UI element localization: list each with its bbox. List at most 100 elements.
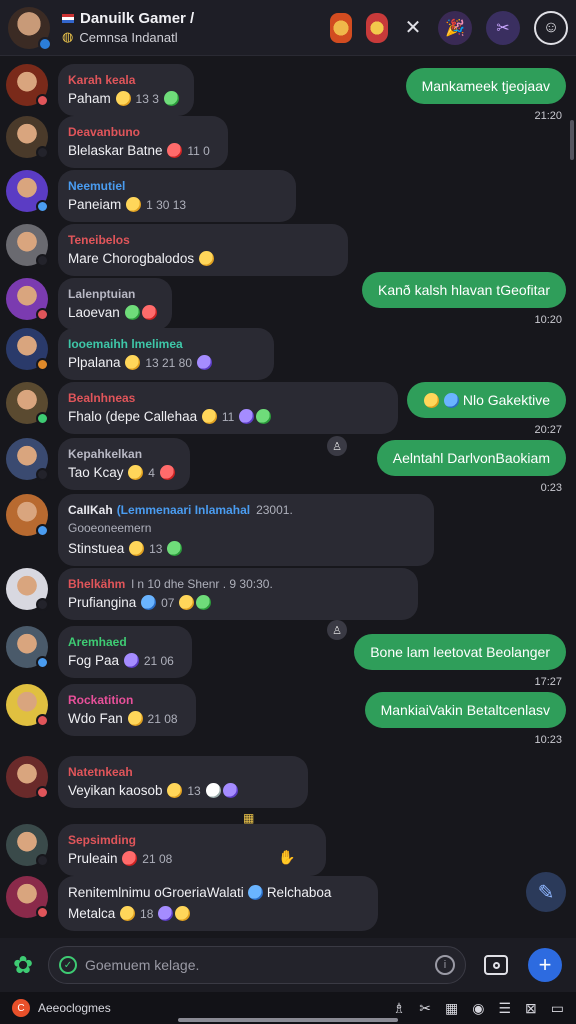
user-avatar[interactable] <box>6 626 49 669</box>
message-list[interactable]: Karah keala Paham 13 3 Deavanbuno Blelaskar… <box>0 56 576 938</box>
header-text[interactable]: Danuilk Gamer / ◍ Cemnsa Indanatl <box>62 10 330 45</box>
outgoing-bubble[interactable]: Mankameek tjeojaav <box>405 68 566 104</box>
message-bubble[interactable]: Renitemlnimu oGroeriaWalati Relchaboa Meta… <box>58 876 378 931</box>
sender-name[interactable]: CaIIKah (Lemmenaari Inlamahal 23001. <box>68 503 420 517</box>
sender-name[interactable]: Lalenptuian <box>68 287 158 301</box>
incoming-message[interactable]: Rockatition Wdo Fan 21 08 <box>6 684 196 736</box>
message-bubble[interactable]: CaIIKah (Lemmenaari Inlamahal 23001. Gooeon… <box>58 494 434 566</box>
message-bubble[interactable]: Natetnkeah Veyikan kaosob 13 <box>58 756 308 808</box>
message-bubble[interactable]: Iooemaihh lmelimea Plpalana 13 21 80 <box>58 328 274 380</box>
people-icon[interactable]: ♗ <box>393 1000 406 1017</box>
sender-name[interactable]: Teneibelos <box>68 233 334 247</box>
party-icon[interactable]: 🎉 <box>438 10 472 45</box>
incoming-message[interactable]: Teneibelos Mare Chorogbalodos <box>6 224 348 276</box>
outgoing-bubble[interactable]: Kanð kalsh hlavan tGeofitar <box>362 272 566 308</box>
circle-icon[interactable]: ◉ <box>472 1000 484 1017</box>
bomb-icon[interactable] <box>366 12 388 43</box>
fire-icon[interactable] <box>330 12 352 43</box>
bottom-label[interactable]: Aeeoclogmes <box>38 1001 111 1015</box>
outgoing-message[interactable]: Nlo Gakektive 20:27 <box>406 382 566 436</box>
user-avatar[interactable] <box>6 494 49 537</box>
outgoing-message[interactable]: Aelntahl DarlvonBaokiam 0:23 <box>376 440 566 494</box>
user-avatar[interactable] <box>6 876 49 919</box>
sender-name[interactable]: Bealnhneas <box>68 391 384 405</box>
user-avatar[interactable] <box>6 438 49 481</box>
sender-name[interactable]: Rockatition <box>68 693 182 707</box>
incoming-message[interactable]: Neemutiel Paneiam 1 30 13 <box>6 170 296 222</box>
incoming-message[interactable]: Karah keala Paham 13 3 <box>6 64 194 116</box>
outgoing-bubble[interactable]: Nlo Gakektive <box>406 382 566 418</box>
add-button[interactable]: + <box>528 948 562 982</box>
user-avatar[interactable] <box>6 756 49 799</box>
incoming-message[interactable]: Bhelkähm l n 10 dhe Shenr . 9 30:30. Prufi… <box>6 568 418 620</box>
sender-name[interactable]: Natetnkeah <box>68 765 294 779</box>
user-avatar[interactable] <box>6 278 49 321</box>
sender-label: Rockatition <box>68 693 134 707</box>
game-icon[interactable]: ✂ <box>486 10 520 45</box>
tools-icon[interactable]: ✂ <box>419 1000 431 1017</box>
reaction-icon[interactable]: ♙ <box>327 436 347 456</box>
scrollbar[interactable] <box>570 120 574 160</box>
flower-icon[interactable]: ✿ <box>8 950 38 980</box>
user-avatar[interactable] <box>6 568 49 611</box>
grid-icon[interactable]: ▦ <box>445 1000 458 1017</box>
outgoing-message[interactable]: MankiaiVakin Betaltcenlasv 10:23 <box>364 692 566 746</box>
incoming-message[interactable]: Lalenptuian Laoevan <box>6 278 172 330</box>
user-avatar[interactable] <box>6 170 49 213</box>
message-field[interactable]: ✓ i <box>48 946 466 984</box>
sender-name[interactable]: Iooemaihh lmelimea <box>68 337 260 351</box>
message-bubble[interactable]: Bhelkähm l n 10 dhe Shenr . 9 30:30. Prufi… <box>58 568 418 620</box>
menu-icon[interactable]: ☰ <box>498 1000 511 1017</box>
outgoing-message[interactable]: Kanð kalsh hlavan tGeofitar 10:20 <box>362 272 566 326</box>
reaction-icon[interactable]: ♙ <box>327 620 347 640</box>
info-icon[interactable]: i <box>435 955 455 975</box>
sender-name[interactable]: Deavanbuno <box>68 125 214 139</box>
incoming-message[interactable]: Deavanbuno Blelaskar Batne 11 0 <box>6 116 228 168</box>
incoming-message[interactable]: Kepahkelkan Tao Kcay 4 <box>6 438 190 490</box>
message-bubble[interactable]: Deavanbuno Blelaskar Batne 11 0 <box>58 116 228 168</box>
user-avatar[interactable] <box>6 382 49 425</box>
outgoing-bubble[interactable]: MankiaiVakin Betaltcenlasv <box>364 692 566 728</box>
user-avatar[interactable] <box>6 824 49 867</box>
message-bubble[interactable]: Rockatition Wdo Fan 21 08 <box>58 684 196 736</box>
window-icon[interactable]: ▭ <box>551 1000 564 1017</box>
message-bubble[interactable]: Teneibelos Mare Chorogbalodos <box>58 224 348 276</box>
sender-name[interactable]: Neemutiel <box>68 179 282 193</box>
box-icon[interactable]: ⊠ <box>525 1000 537 1017</box>
incoming-message[interactable]: Iooemaihh lmelimea Plpalana 13 21 80 <box>6 328 274 380</box>
user-avatar[interactable] <box>6 684 49 727</box>
close-icon[interactable]: ✕ <box>402 13 424 43</box>
group-avatar[interactable] <box>8 6 52 51</box>
incoming-message[interactable]: Natetnkeah Veyikan kaosob 13 <box>6 756 308 808</box>
sender-name[interactable]: Kepahkelkan <box>68 447 176 461</box>
message-bubble[interactable]: Bealnhneas Fhalo (depe Callehaa 11 <box>58 382 398 434</box>
outgoing-bubble[interactable]: Aelntahl DarlvonBaokiam <box>376 440 566 476</box>
camera-icon[interactable]: ☺ <box>534 10 568 45</box>
message-bubble[interactable]: Kepahkelkan Tao Kcay 4 <box>58 438 190 490</box>
user-avatar[interactable] <box>6 328 49 371</box>
draw-button[interactable]: ✎ <box>526 872 566 912</box>
sender-name[interactable]: Aremhaed <box>68 635 178 649</box>
sender-name[interactable]: Bhelkähm l n 10 dhe Shenr . 9 30:30. <box>68 577 404 591</box>
home-indicator[interactable] <box>178 1018 398 1022</box>
user-avatar[interactable] <box>6 224 49 267</box>
message-bubble[interactable]: Lalenptuian Laoevan <box>58 278 172 330</box>
message-bubble[interactable]: Karah keala Paham 13 3 <box>58 64 194 116</box>
sender-name[interactable]: Sepsimding <box>68 833 312 847</box>
message-bubble[interactable]: Aremhaed Fog Paa 21 06 <box>58 626 192 678</box>
user-avatar[interactable] <box>6 116 49 159</box>
outgoing-message[interactable]: Mankameek tjeojaav 21:20 <box>405 68 566 122</box>
incoming-message[interactable]: CaIIKah (Lemmenaari Inlamahal 23001. Gooeon… <box>6 494 434 566</box>
incoming-message[interactable]: Aremhaed Fog Paa 21 06 <box>6 626 192 678</box>
incoming-message[interactable]: Renitemlnimu oGroeriaWalati Relchaboa Meta… <box>6 876 378 931</box>
outgoing-message[interactable]: Bone lam leetovat Beolanger 17:27 <box>354 634 566 688</box>
outgoing-bubble[interactable]: Bone lam leetovat Beolanger <box>354 634 566 670</box>
user-avatar[interactable] <box>6 64 49 107</box>
incoming-message[interactable]: Bealnhneas Fhalo (depe Callehaa 11 <box>6 382 398 434</box>
message-input[interactable] <box>85 957 435 973</box>
message-bubble[interactable]: Neemutiel Paneiam 1 30 13 <box>58 170 296 222</box>
sender-name[interactable]: Karah keala <box>68 73 180 87</box>
sender-label: Neemutiel <box>68 179 126 193</box>
media-button[interactable] <box>484 955 508 975</box>
app-logo-icon[interactable]: C <box>12 999 30 1017</box>
